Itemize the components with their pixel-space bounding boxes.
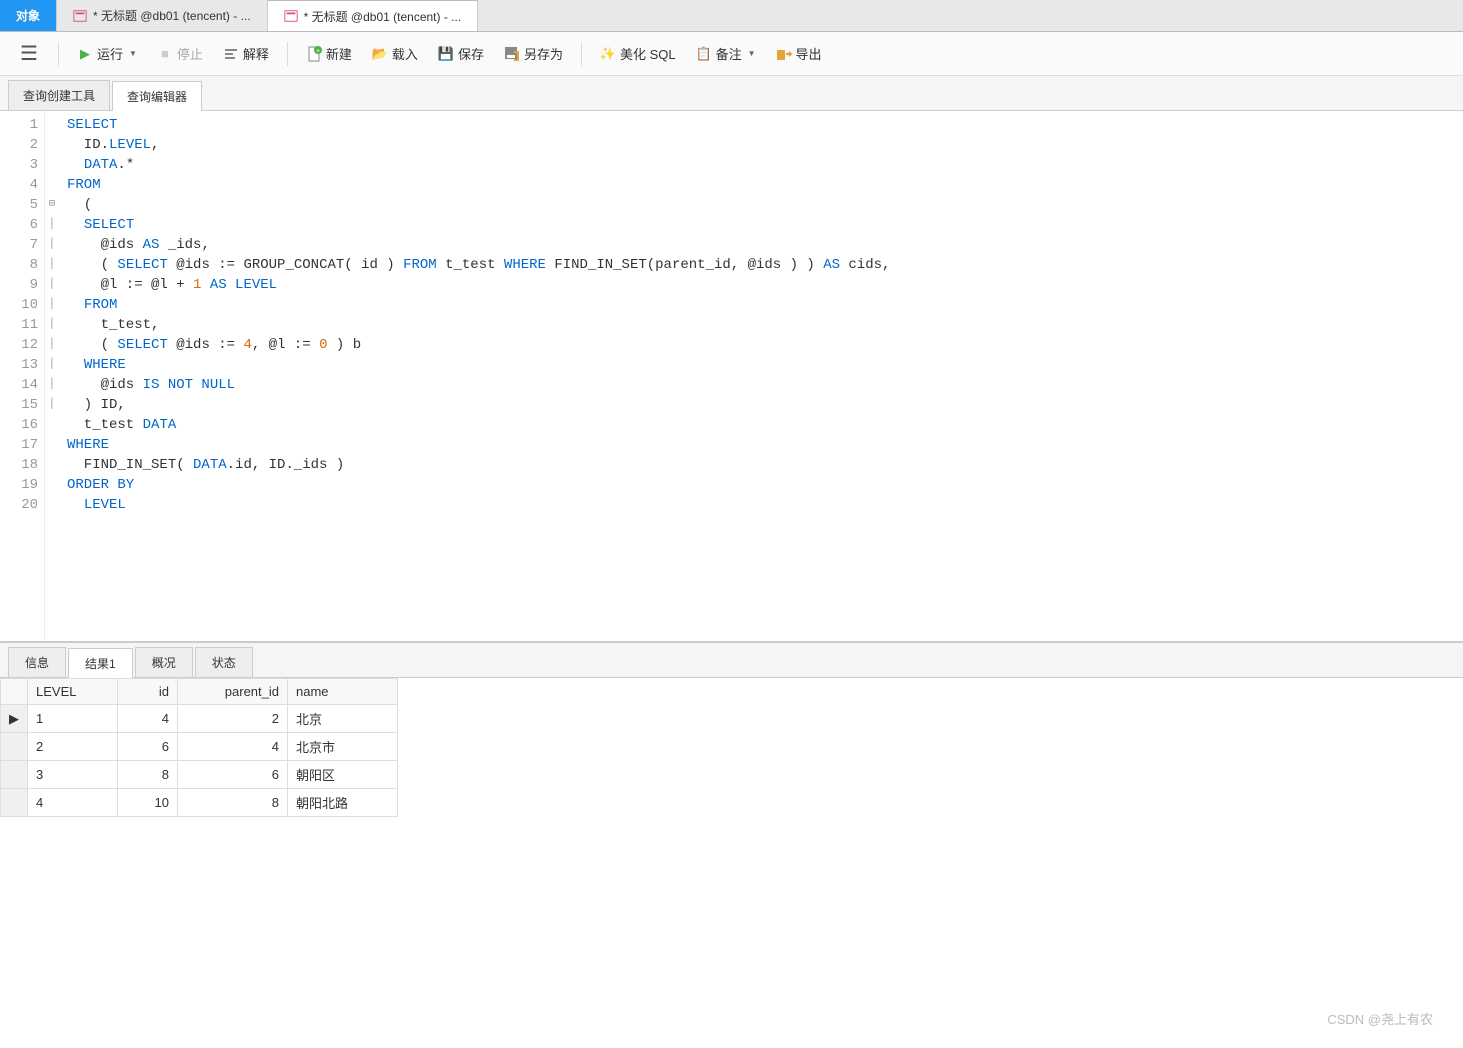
folder-icon: 📂: [372, 46, 388, 62]
table-cell[interactable]: 4: [118, 705, 178, 733]
stop-button[interactable]: ■ 停止: [149, 40, 211, 67]
wand-icon: ✨: [600, 46, 616, 62]
note-button[interactable]: 📋 备注 ▼: [688, 40, 764, 67]
saveas-icon: [504, 46, 520, 62]
save-icon: 💾: [438, 46, 454, 62]
table-cell[interactable]: 8: [178, 789, 288, 817]
table-cell[interactable]: 6: [118, 733, 178, 761]
table-cell[interactable]: 2: [28, 733, 118, 761]
table-cell[interactable]: 1: [28, 705, 118, 733]
row-indicator: [1, 789, 28, 817]
table-row[interactable]: 4108朝阳北路: [1, 789, 398, 817]
chevron-down-icon: ▼: [129, 49, 137, 58]
explain-icon: [223, 46, 239, 62]
doc-tab-label: * 无标题 @db01 (tencent) - ...: [93, 7, 251, 24]
export-icon: [776, 46, 792, 62]
note-icon: 📋: [696, 46, 712, 62]
tab-messages[interactable]: 信息: [8, 647, 66, 677]
explain-button[interactable]: 解释: [215, 40, 277, 67]
column-header[interactable]: name: [288, 679, 398, 705]
table-row[interactable]: 264北京市: [1, 733, 398, 761]
table-cell[interactable]: 8: [118, 761, 178, 789]
separator: [58, 42, 59, 66]
tab-result-1[interactable]: 结果1: [68, 648, 133, 678]
export-button[interactable]: 导出: [768, 40, 830, 67]
watermark: CSDN @尧上有农: [1327, 1009, 1433, 1028]
tab-query-builder[interactable]: 查询创建工具: [8, 80, 110, 110]
tab-profile[interactable]: 概况: [135, 647, 193, 677]
save-button[interactable]: 💾 保存: [430, 40, 492, 67]
tab-query-editor[interactable]: 查询编辑器: [112, 81, 202, 111]
line-gutter: 1234567891011121314151617181920: [0, 111, 45, 641]
column-header[interactable]: id: [118, 679, 178, 705]
row-indicator: [1, 733, 28, 761]
result-grid[interactable]: LEVEL id parent_id name ▶142北京264北京市386朝…: [0, 678, 398, 817]
editor-sub-tabs: 查询创建工具 查询编辑器: [0, 76, 1463, 111]
result-panel: 信息 结果1 概况 状态 LEVEL id parent_id name ▶14…: [0, 641, 1463, 817]
tab-status[interactable]: 状态: [195, 647, 253, 677]
doc-tab-label: 对象: [16, 7, 40, 24]
query-icon: [284, 9, 298, 23]
row-indicator: [1, 761, 28, 789]
row-indicator: ▶: [1, 705, 28, 733]
play-icon: ▶: [77, 46, 93, 62]
new-button[interactable]: + 新建: [298, 40, 360, 67]
result-tabs: 信息 结果1 概况 状态: [0, 643, 1463, 678]
table-cell[interactable]: 朝阳北路: [288, 789, 398, 817]
table-cell[interactable]: 朝阳区: [288, 761, 398, 789]
load-button[interactable]: 📂 载入: [364, 40, 426, 67]
menu-icon[interactable]: ☰: [10, 37, 48, 70]
document-tabs: 对象 * 无标题 @db01 (tencent) - ... * 无标题 @db…: [0, 0, 1463, 32]
separator: [287, 42, 288, 66]
table-cell[interactable]: 4: [28, 789, 118, 817]
doc-tab-query-1[interactable]: * 无标题 @db01 (tencent) - ...: [57, 0, 268, 31]
table-row[interactable]: ▶142北京: [1, 705, 398, 733]
table-row[interactable]: 386朝阳区: [1, 761, 398, 789]
doc-tab-label: * 无标题 @db01 (tencent) - ...: [304, 8, 462, 25]
toolbar: ☰ ▶ 运行 ▼ ■ 停止 解释 + 新建 📂 载入 💾 保存 另存为 ✨ 美化…: [0, 32, 1463, 76]
table-cell[interactable]: 3: [28, 761, 118, 789]
run-button[interactable]: ▶ 运行 ▼: [69, 40, 145, 67]
column-header[interactable]: LEVEL: [28, 679, 118, 705]
saveas-button[interactable]: 另存为: [496, 40, 571, 67]
doc-tab-query-2[interactable]: * 无标题 @db01 (tencent) - ...: [268, 0, 479, 31]
column-header[interactable]: parent_id: [178, 679, 288, 705]
table-cell[interactable]: 北京市: [288, 733, 398, 761]
new-icon: +: [306, 46, 322, 62]
chevron-down-icon: ▼: [748, 49, 756, 58]
doc-tab-objects[interactable]: 对象: [0, 0, 57, 31]
separator: [581, 42, 582, 66]
stop-icon: ■: [157, 46, 173, 62]
query-icon: [73, 9, 87, 23]
row-indicator-header: [1, 679, 28, 705]
table-cell[interactable]: 北京: [288, 705, 398, 733]
sql-editor[interactable]: 1234567891011121314151617181920 ⊟│││││││…: [0, 111, 1463, 641]
svg-text:+: +: [316, 48, 320, 55]
fold-gutter[interactable]: ⊟││││││││││: [45, 111, 59, 641]
table-cell[interactable]: 6: [178, 761, 288, 789]
table-cell[interactable]: 2: [178, 705, 288, 733]
table-cell[interactable]: 10: [118, 789, 178, 817]
table-cell[interactable]: 4: [178, 733, 288, 761]
code-area[interactable]: SELECT ID.LEVEL, DATA.*FROM ( SELECT @id…: [59, 111, 898, 641]
beautify-button[interactable]: ✨ 美化 SQL: [592, 40, 684, 67]
